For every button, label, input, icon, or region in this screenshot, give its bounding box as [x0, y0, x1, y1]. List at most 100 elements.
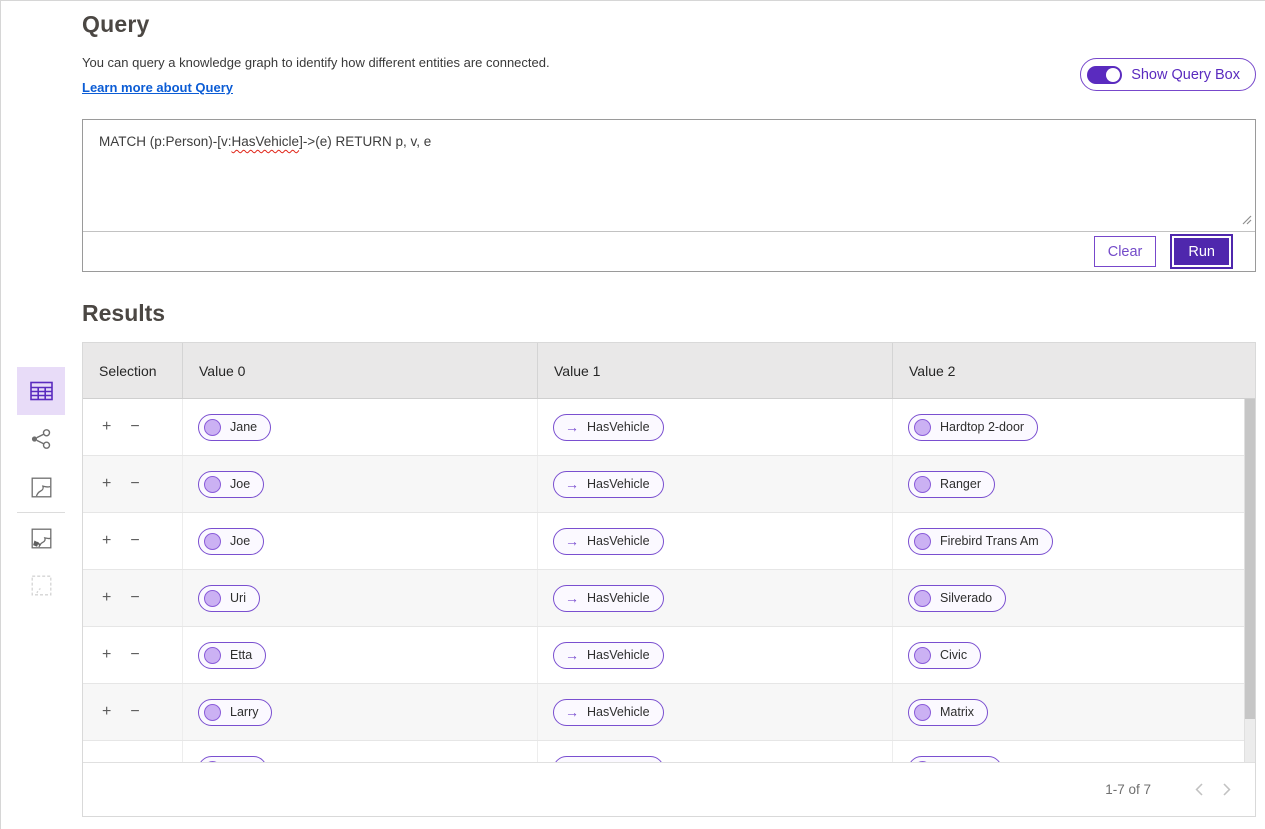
- node-circle-icon: [204, 419, 221, 436]
- clear-button[interactable]: Clear: [1094, 236, 1157, 267]
- node-pill[interactable]: Joe: [198, 528, 264, 555]
- node-pill[interactable]: Lisa: [198, 756, 267, 763]
- column-header-selection: Selection: [83, 343, 183, 398]
- node-circle-icon: [204, 647, 221, 664]
- toggle-switch-icon[interactable]: [1087, 66, 1122, 84]
- edge-pill[interactable]: → HasVehicle: [553, 756, 664, 763]
- chevron-left-icon: [1195, 783, 1203, 796]
- edge-pill[interactable]: → HasVehicle: [553, 528, 664, 555]
- add-selection-button[interactable]: +: [102, 533, 111, 549]
- run-button[interactable]: Run: [1172, 236, 1231, 267]
- edge-pill[interactable]: → HasVehicle: [553, 699, 664, 726]
- toggle-label: Show Query Box: [1131, 67, 1240, 83]
- node-circle-icon: [914, 419, 931, 436]
- node-pill-label: Silverado: [940, 591, 992, 605]
- resize-handle[interactable]: [1241, 213, 1252, 228]
- edge-pill[interactable]: → HasVehicle: [553, 471, 664, 498]
- column-header-value0: Value 0: [183, 343, 538, 398]
- node-circle-icon: [914, 647, 931, 664]
- query-text-after: ]->(e) RETURN p, v, e: [299, 134, 431, 149]
- node-pill[interactable]: Civic: [908, 642, 981, 669]
- remove-selection-button[interactable]: −: [130, 704, 139, 720]
- column-header-value2: Value 2: [893, 343, 1255, 398]
- query-page: { "page": { "title": "Query", "descripti…: [0, 0, 1265, 829]
- edge-arrow-icon: →: [565, 534, 579, 548]
- node-pill[interactable]: Joe: [198, 471, 264, 498]
- node-pill[interactable]: Etta: [198, 642, 266, 669]
- node-circle-icon: [914, 761, 931, 763]
- remove-selection-button[interactable]: −: [130, 533, 139, 549]
- map-marker-view-icon: [31, 528, 52, 549]
- table-view-button[interactable]: [17, 367, 65, 415]
- node-circle-icon: [204, 761, 221, 763]
- placeholder-view-icon: [31, 575, 52, 596]
- remove-selection-button[interactable]: −: [130, 476, 139, 492]
- node-pill[interactable]: Uri: [198, 585, 260, 612]
- edge-pill[interactable]: → HasVehicle: [553, 414, 664, 441]
- next-page-button[interactable]: [1213, 776, 1241, 804]
- prev-page-button[interactable]: [1185, 776, 1213, 804]
- map-marker-view-button[interactable]: [17, 514, 65, 562]
- link-chart-view-button[interactable]: [17, 415, 65, 463]
- add-selection-button[interactable]: +: [102, 476, 111, 492]
- results-title: Results: [82, 300, 165, 327]
- add-selection-button[interactable]: +: [102, 419, 111, 435]
- learn-more-link[interactable]: Learn more about Query: [82, 80, 233, 95]
- node-pill[interactable]: Firebird Trans Am: [908, 528, 1053, 555]
- node-pill[interactable]: Mustang: [908, 756, 1002, 763]
- placeholder-view-button[interactable]: [17, 561, 65, 609]
- edge-pill[interactable]: → HasVehicle: [553, 585, 664, 612]
- scrollbar-thumb[interactable]: [1245, 399, 1255, 719]
- edge-pill-label: HasVehicle: [587, 477, 650, 491]
- add-selection-button[interactable]: +: [102, 704, 111, 720]
- node-circle-icon: [914, 476, 931, 493]
- node-pill-label: Civic: [940, 648, 967, 662]
- show-query-box-toggle[interactable]: Show Query Box: [1080, 58, 1256, 91]
- vertical-scrollbar[interactable]: [1244, 399, 1255, 762]
- table-row: + − Uri → HasVehicle Silverado: [83, 570, 1255, 627]
- node-circle-icon: [204, 476, 221, 493]
- query-textarea[interactable]: MATCH (p:Person)-[v:HasVehicle]->(e) RET…: [83, 120, 1255, 232]
- node-pill[interactable]: Jane: [198, 414, 271, 441]
- edge-pill-label: HasVehicle: [587, 534, 650, 548]
- remove-selection-button[interactable]: −: [130, 590, 139, 606]
- node-pill[interactable]: Larry: [198, 699, 272, 726]
- node-pill-label: Jane: [230, 420, 257, 434]
- remove-selection-button[interactable]: −: [130, 761, 139, 762]
- add-selection-button[interactable]: +: [102, 647, 111, 663]
- node-circle-icon: [204, 590, 221, 607]
- map-view-button[interactable]: [17, 463, 65, 511]
- table-footer: 1-7 of 7: [83, 762, 1255, 816]
- add-selection-button[interactable]: +: [102, 590, 111, 606]
- node-pill[interactable]: Matrix: [908, 699, 988, 726]
- node-pill-label: Joe: [230, 477, 250, 491]
- table-row: + − Larry → HasVehicle Matrix: [83, 684, 1255, 741]
- query-text-misspelled: HasVehicle: [232, 134, 300, 149]
- pagination-range: 1-7 of 7: [1105, 782, 1151, 797]
- edge-arrow-icon: →: [565, 591, 579, 605]
- remove-selection-button[interactable]: −: [130, 419, 139, 435]
- edge-arrow-icon: →: [565, 477, 579, 491]
- node-pill-label: Ranger: [940, 477, 981, 491]
- node-pill[interactable]: Hardtop 2-door: [908, 414, 1038, 441]
- page-description: You can query a knowledge graph to ident…: [82, 55, 550, 70]
- link-chart-view-icon: [30, 428, 52, 450]
- node-circle-icon: [204, 704, 221, 721]
- results-table: Selection Value 0 Value 1 Value 2 + − Ja…: [82, 342, 1256, 817]
- node-pill-label: Firebird Trans Am: [940, 534, 1039, 548]
- column-header-value1: Value 1: [538, 343, 893, 398]
- add-selection-button[interactable]: +: [102, 761, 111, 762]
- edge-pill-label: HasVehicle: [587, 420, 650, 434]
- table-body: + − Jane → HasVehicle Hardtop 2-door + −: [83, 399, 1255, 762]
- node-pill[interactable]: Ranger: [908, 471, 995, 498]
- remove-selection-button[interactable]: −: [130, 647, 139, 663]
- node-circle-icon: [914, 704, 931, 721]
- node-pill[interactable]: Silverado: [908, 585, 1006, 612]
- edge-pill[interactable]: → HasVehicle: [553, 642, 664, 669]
- query-panel: MATCH (p:Person)-[v:HasVehicle]->(e) RET…: [82, 119, 1256, 272]
- table-header-row: Selection Value 0 Value 1 Value 2: [83, 343, 1255, 399]
- edge-pill-label: HasVehicle: [587, 705, 650, 719]
- table-row: + − Jane → HasVehicle Hardtop 2-door: [83, 399, 1255, 456]
- query-text-before: MATCH (p:Person)-[v:: [99, 134, 232, 149]
- edge-pill-label: HasVehicle: [587, 591, 650, 605]
